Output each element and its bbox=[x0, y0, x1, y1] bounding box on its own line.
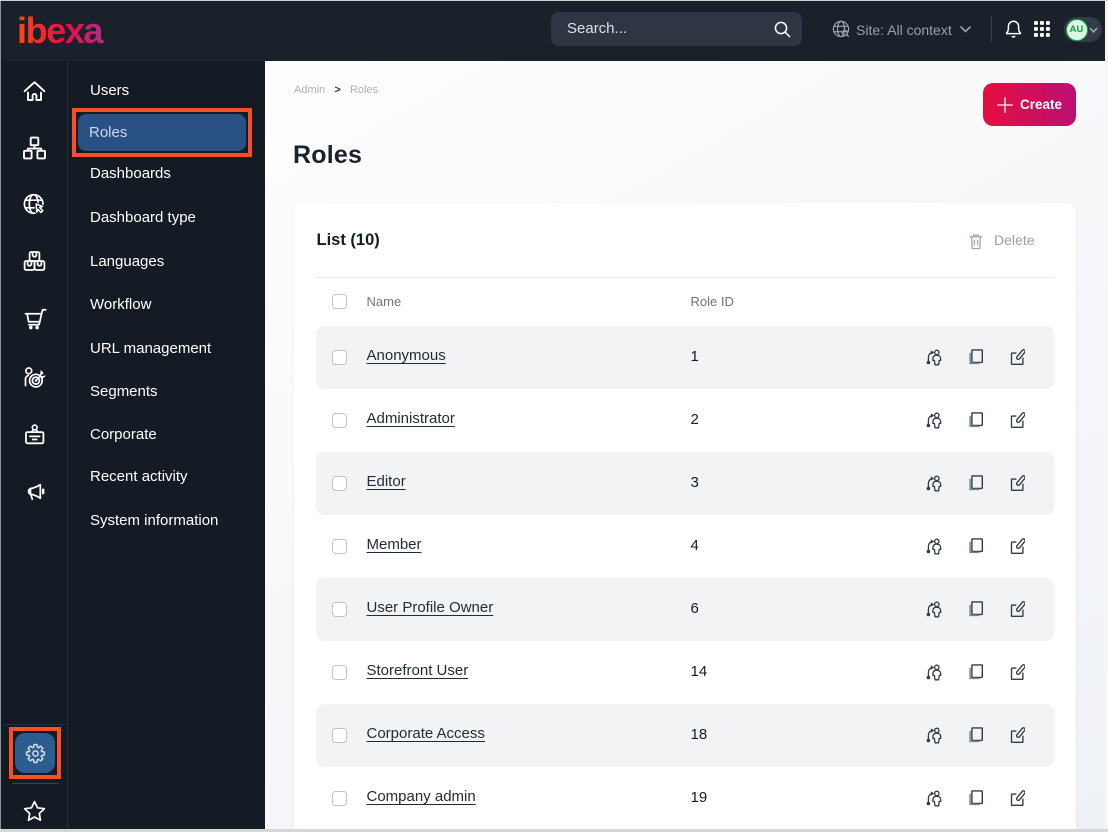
svg-text:ibexa: ibexa bbox=[19, 11, 104, 51]
